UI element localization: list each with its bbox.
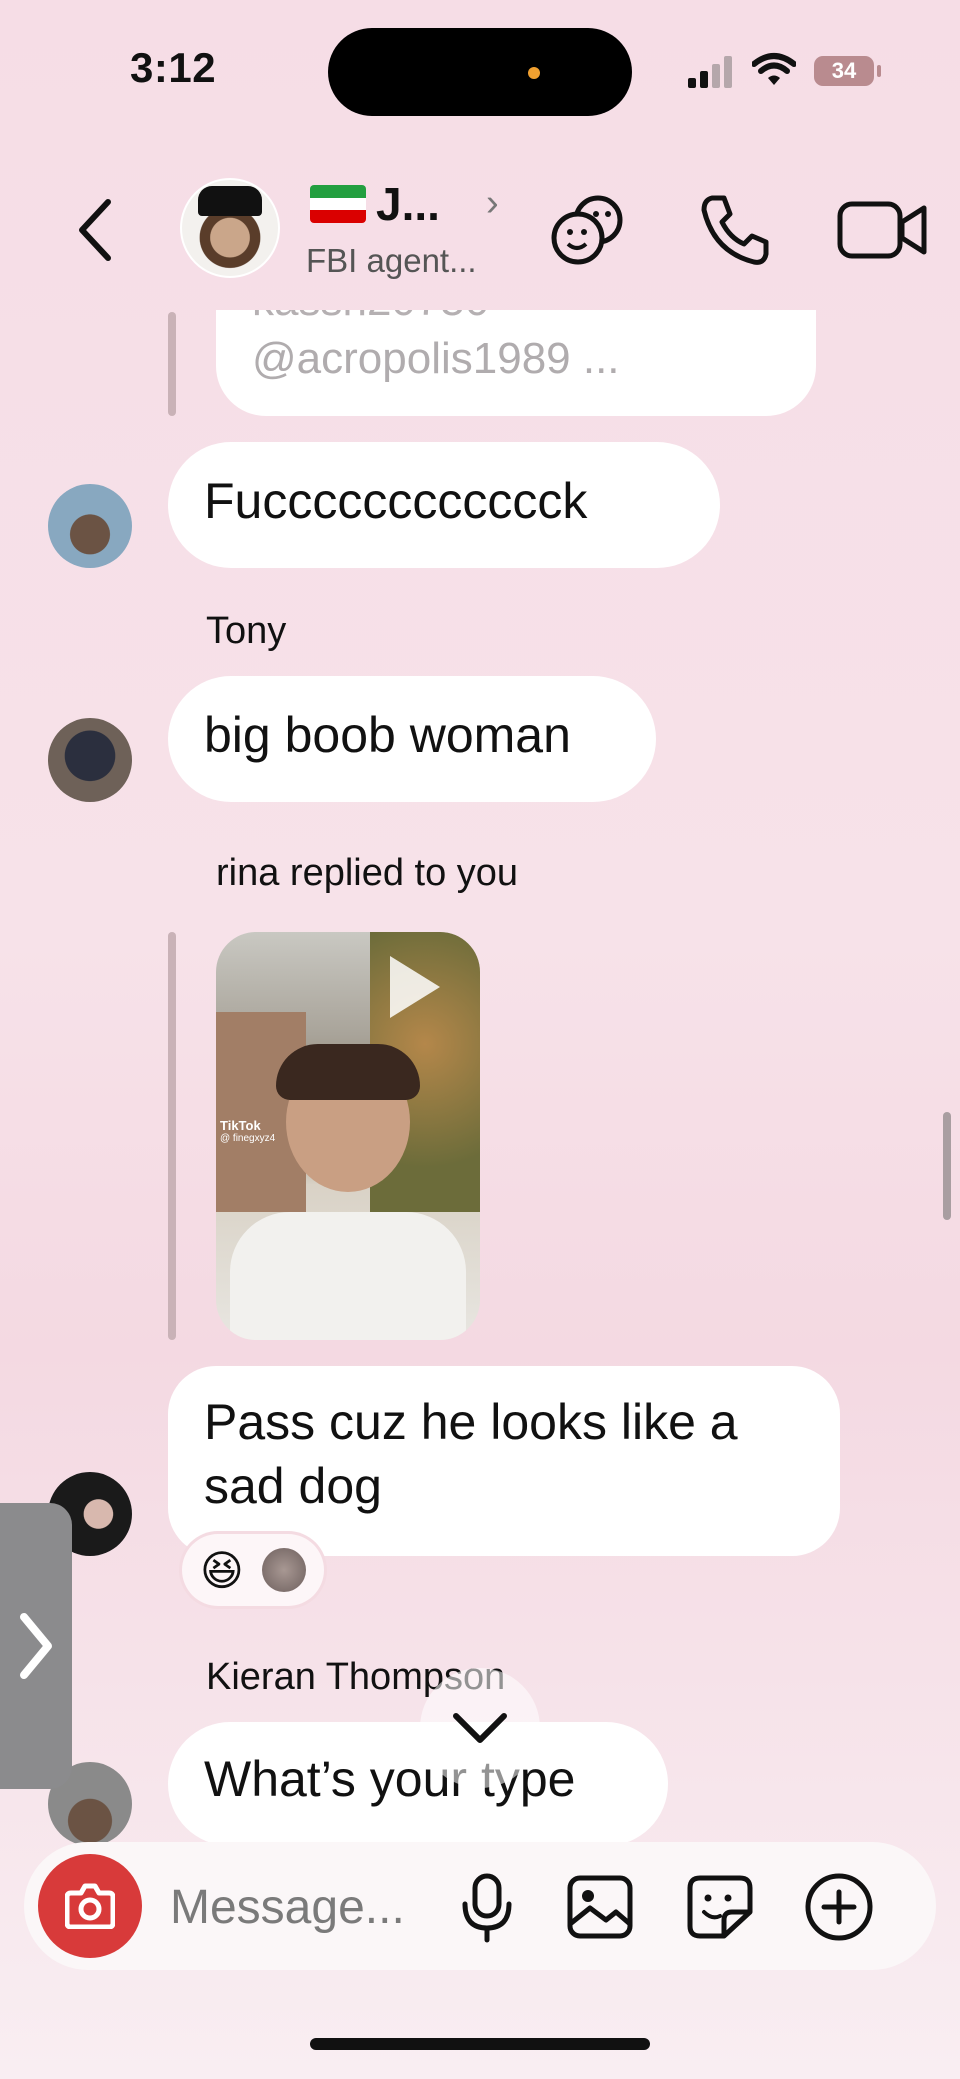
camera-icon [65, 1883, 115, 1929]
message-bubble[interactable]: Pass cuz he looks like a sad dog [168, 1366, 840, 1556]
iran-flag-icon [310, 185, 366, 223]
reactor-avatar [262, 1548, 306, 1592]
tiktok-label: TikTok [220, 1118, 261, 1133]
reply-bar [168, 932, 176, 1340]
thread-title[interactable]: J... [310, 178, 440, 230]
message-text: Pass cuz he looks like a sad dog [204, 1394, 738, 1514]
message-text: big boob woman [204, 707, 571, 763]
message-text: Fucccccccccccck [204, 473, 588, 529]
side-panel-tab[interactable] [0, 1503, 72, 1789]
shared-video-thumbnail[interactable]: TikTok @ finegxyz4 [216, 932, 480, 1340]
reply-note: rina replied to you [216, 852, 519, 894]
tiktok-handle: @ finegxyz4 [220, 1133, 276, 1144]
tiktok-watermark: TikTok @ finegxyz4 [220, 1118, 275, 1144]
chevron-down-icon [453, 1713, 507, 1743]
thread-avatar[interactable] [180, 178, 280, 278]
phone-icon[interactable] [694, 190, 774, 270]
message-bubble[interactable]: What’s your type [168, 1722, 668, 1846]
chevron-right-icon [20, 1613, 52, 1679]
battery-icon: 34 [814, 56, 881, 86]
reply-bar [168, 312, 176, 416]
wifi-icon [752, 53, 796, 85]
message-bubble[interactable]: Fucccccccccccck [168, 442, 720, 568]
sticker-icon[interactable] [686, 1874, 754, 1940]
video-camera-icon[interactable] [836, 190, 932, 270]
quoted-mention: @acropolis1989 ... [252, 334, 620, 383]
thread-name: J... [376, 178, 440, 230]
signal-icon [688, 56, 732, 88]
chevron-right-icon[interactable]: › [486, 182, 499, 225]
gallery-icon[interactable] [566, 1874, 634, 1940]
dynamic-island [328, 28, 632, 116]
hair [276, 1044, 420, 1100]
home-indicator[interactable] [310, 2038, 650, 2050]
camera-button[interactable] [38, 1854, 142, 1958]
privacy-indicator [528, 67, 540, 79]
status-time: 3:12 [130, 44, 217, 91]
laughing-emoji-icon: 😆 [200, 1547, 244, 1594]
message-bubble[interactable]: big boob woman [168, 676, 656, 802]
sender-avatar[interactable] [48, 484, 132, 568]
scroll-to-bottom-button[interactable] [420, 1668, 540, 1788]
reaction-pill[interactable]: 😆 [182, 1534, 324, 1606]
quoted-message[interactable]: kassh20750 @acropolis1989 ... [216, 310, 816, 416]
group-emoji-icon[interactable] [548, 190, 628, 270]
sender-name: Tony [206, 610, 287, 652]
microphone-icon[interactable] [460, 1872, 514, 1944]
add-icon[interactable] [804, 1872, 874, 1942]
chevron-left-icon[interactable] [68, 190, 128, 270]
quoted-text-partial: kassh20750 [252, 310, 489, 326]
thread-subtitle: FBI agent... [306, 242, 477, 279]
message-input[interactable] [168, 1872, 452, 1942]
scrollbar[interactable] [943, 1112, 951, 1220]
sender-avatar[interactable] [48, 718, 132, 802]
play-icon[interactable] [384, 952, 444, 1022]
shirt [230, 1212, 466, 1340]
